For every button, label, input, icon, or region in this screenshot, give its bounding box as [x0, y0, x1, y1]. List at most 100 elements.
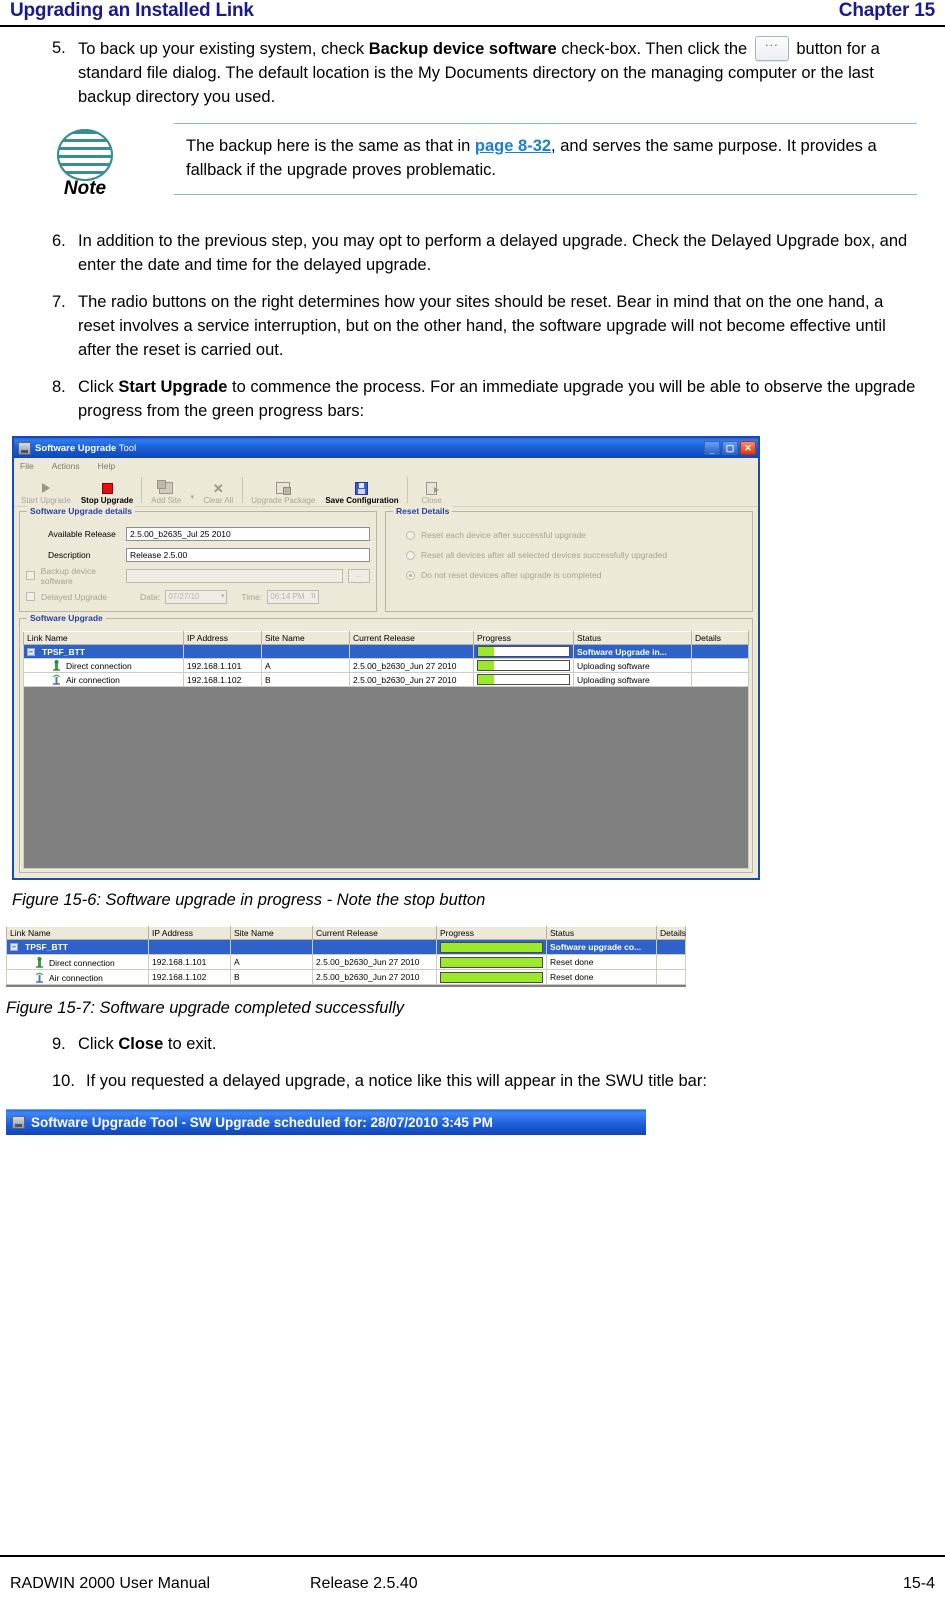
running-head-left: Upgrading an Installed Link: [10, 0, 254, 21]
toolbar-add-site-label: Add Site: [151, 496, 182, 505]
description-input[interactable]: Release 2.5.00: [126, 547, 370, 562]
reset-option-each-device[interactable]: Reset each device after successful upgra…: [406, 527, 746, 543]
column-header-status[interactable]: Status: [546, 926, 657, 940]
toolbar-add-site[interactable]: Add Site: [145, 473, 187, 505]
toolbar-stop-upgrade[interactable]: Stop Upgrade: [76, 473, 138, 505]
air-connection-icon: [52, 674, 61, 685]
time-spinner[interactable]: 06:14 PM ⇅: [267, 589, 320, 604]
toolbar-clear-all[interactable]: ✕ Clear All: [197, 473, 239, 506]
table-row[interactable]: – TPSF_BTT Software Upgrade in...: [23, 644, 749, 659]
child-link-name: Direct connection: [49, 957, 115, 968]
menu-item-file[interactable]: File: [20, 461, 34, 471]
grid-header-row: Link Name IP Address Site Name Current R…: [6, 926, 686, 940]
delayed-upgrade-checkbox-wrap[interactable]: Delayed Upgrade: [26, 592, 126, 602]
toolbar-close-label: Close: [421, 496, 442, 505]
available-release-input[interactable]: 2.5.00_b2635_Jul 25 2010: [126, 526, 370, 541]
date-picker[interactable]: 07/27/10 ▾: [165, 589, 228, 604]
footer-release: Release 2.5.40: [310, 1575, 418, 1592]
delayed-upgrade-row: Delayed Upgrade Date: 07/27/10 ▾ Time: 0…: [26, 588, 370, 605]
footer-rule: [0, 1555, 945, 1557]
date-label: Date:: [140, 591, 161, 602]
toolbar-separator-1: [141, 477, 143, 503]
upper-panes: Software Upgrade details Available Relea…: [19, 506, 753, 612]
step-9-text-b: to exit.: [163, 1035, 217, 1053]
figure-15-6: Software Upgrade Tool _ ▢ ✕ File Actions…: [0, 436, 945, 910]
backup-device-software-checkbox-wrap[interactable]: Backup device software: [26, 566, 126, 586]
table-row[interactable]: – TPSF_BTT Software upgrade co...: [6, 939, 686, 955]
column-header-details[interactable]: Details: [656, 926, 686, 940]
step-5-bold-backup: Backup device software: [368, 40, 557, 58]
minimize-icon[interactable]: _: [704, 441, 720, 455]
swu-scheduled-title-text: Software Upgrade Tool - SW Upgrade sched…: [31, 1115, 493, 1130]
chevron-down-icon: ▾: [190, 494, 195, 501]
air-connection-icon: [35, 972, 44, 983]
cell-progress: [436, 939, 547, 955]
column-header-current-release[interactable]: Current Release: [312, 926, 437, 940]
cell-link-name: Air connection: [6, 969, 149, 985]
step-6-number: 6.: [52, 232, 66, 250]
toolbar-start-upgrade[interactable]: Start Upgrade: [16, 473, 76, 505]
column-header-ip-address[interactable]: IP Address: [183, 631, 262, 645]
column-header-current-release[interactable]: Current Release: [349, 631, 474, 645]
package-icon: [276, 480, 292, 496]
table-row[interactable]: Direct connection 192.168.1.101 A 2.5.00…: [23, 658, 749, 673]
software-upgrade-grid-title: Software Upgrade: [27, 613, 106, 623]
note-cross-reference-link[interactable]: page 8-32: [475, 137, 551, 155]
expander-collapse-icon[interactable]: –: [27, 647, 35, 656]
reset-option-each-device-label: Reset each device after successful upgra…: [421, 530, 586, 540]
reset-option-do-not-reset[interactable]: Do not reset devices after upgrade is co…: [406, 567, 746, 583]
note-disc-icon: [57, 129, 113, 181]
close-icon[interactable]: ✕: [740, 441, 756, 455]
table-row[interactable]: Air connection 192.168.1.102 B 2.5.00_b2…: [6, 969, 686, 985]
column-header-site-name[interactable]: Site Name: [230, 926, 313, 940]
table-row[interactable]: Direct connection 192.168.1.101 A 2.5.00…: [6, 954, 686, 970]
radio-icon-each-device[interactable]: [406, 530, 415, 540]
column-header-progress[interactable]: Progress: [473, 631, 574, 645]
reset-option-all-devices-label: Reset all devices after all selected dev…: [421, 550, 668, 560]
grid-header-row: Link Name IP Address Site Name Current R…: [23, 631, 749, 645]
chevron-down-icon-date: ▾: [220, 592, 225, 600]
ellipsis-button-icon: [754, 30, 789, 61]
figure-15-7: Link Name IP Address Site Name Current R…: [6, 926, 686, 987]
close-door-icon: [426, 480, 440, 496]
column-header-details[interactable]: Details: [691, 631, 749, 645]
table-row[interactable]: Air connection 192.168.1.102 B 2.5.00_b2…: [23, 672, 749, 687]
column-header-link-name[interactable]: Link Name: [6, 926, 149, 940]
radio-icon-all-devices[interactable]: [406, 550, 415, 560]
software-upgrade-tool-window: Software Upgrade Tool _ ▢ ✕ File Actions…: [12, 436, 760, 880]
reset-option-do-not-reset-label: Do not reset devices after upgrade is co…: [421, 570, 602, 580]
toolbar-close[interactable]: Close: [411, 473, 453, 505]
cell-ip: 192.168.1.102: [148, 969, 231, 985]
column-header-ip-address[interactable]: IP Address: [148, 926, 231, 940]
delayed-upgrade-checkbox[interactable]: [26, 592, 35, 601]
page-content: 5. To back up your existing system, chec…: [0, 30, 945, 1135]
cell-release: 2.5.00_b2630_Jun 27 2010: [349, 672, 474, 687]
time-label: Time:: [241, 591, 263, 602]
column-header-site-name[interactable]: Site Name: [261, 631, 350, 645]
toolbar-add-site-dropdown[interactable]: ▾: [187, 473, 197, 505]
step-7: 7. The radio buttons on the right determ…: [0, 290, 945, 362]
backup-device-software-checkbox[interactable]: [26, 571, 35, 580]
window-client-area: Software Upgrade details Available Relea…: [14, 506, 758, 878]
backup-browse-button[interactable]: ...: [348, 568, 370, 583]
backup-path-input[interactable]: [126, 568, 343, 583]
toolbar-upgrade-package[interactable]: Upgrade Package: [246, 473, 320, 505]
cell-status: Uploading software: [573, 658, 692, 673]
menu-bar: File Actions Help: [14, 458, 758, 473]
step-10-text: If you requested a delayed upgrade, a no…: [86, 1072, 707, 1090]
save-icon: [355, 480, 369, 496]
radio-icon-do-not-reset[interactable]: [406, 570, 415, 580]
software-upgrade-details-title: Software Upgrade details: [27, 506, 136, 516]
progress-bar: [440, 971, 543, 983]
expander-collapse-icon[interactable]: –: [10, 943, 18, 951]
toolbar-save-configuration[interactable]: Save Configuration: [320, 473, 403, 505]
column-header-link-name[interactable]: Link Name: [23, 631, 184, 645]
menu-item-help[interactable]: Help: [98, 461, 115, 471]
column-header-progress[interactable]: Progress: [436, 926, 547, 940]
column-header-status[interactable]: Status: [573, 631, 692, 645]
maximize-icon[interactable]: ▢: [722, 441, 738, 455]
cell-status: Reset done: [546, 954, 657, 970]
menu-item-actions[interactable]: Actions: [52, 461, 80, 471]
reset-option-all-devices[interactable]: Reset all devices after all selected dev…: [406, 547, 746, 563]
cell-details: [691, 644, 749, 659]
